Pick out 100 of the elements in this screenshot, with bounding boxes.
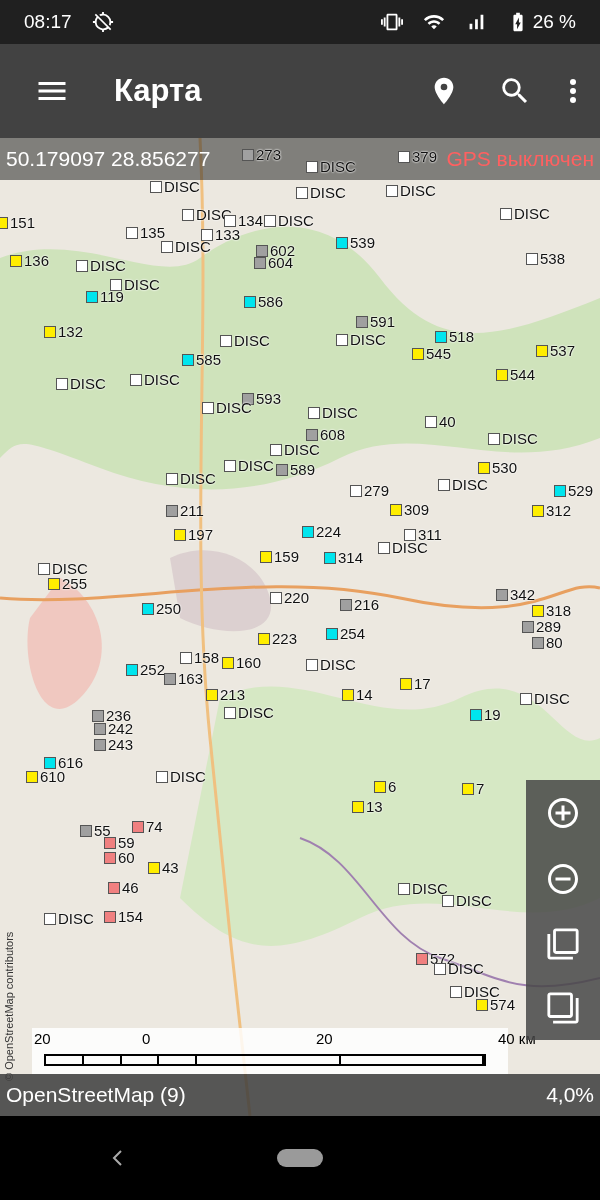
marker-label: 74 [146, 818, 163, 835]
marker-label: DISC [514, 205, 550, 222]
marker-label: DISC [90, 257, 126, 274]
marker-label: 43 [162, 859, 179, 876]
more-icon [570, 79, 576, 103]
marker-label: 585 [196, 351, 222, 368]
marker-label: DISC [412, 880, 448, 897]
marker-label: 160 [236, 654, 262, 671]
marker-label: 132 [58, 323, 84, 340]
marker-label: 19 [484, 706, 501, 723]
marker-label: 318 [546, 602, 572, 619]
marker-label: 119 [100, 288, 124, 305]
marker-label: 13 [366, 798, 383, 815]
marker-label: 255 [62, 575, 88, 592]
marker-label: 379 [412, 148, 438, 165]
marker-label: 133 [215, 226, 241, 243]
marker-label: 59 [118, 834, 135, 851]
marker-label: 252 [140, 661, 166, 678]
marker-label: 197 [188, 526, 214, 543]
gps-status: GPS выключен [446, 147, 594, 171]
marker-label: DISC [284, 441, 320, 458]
marker-label: 7 [476, 780, 485, 797]
marker-icon[interactable] [442, 894, 454, 907]
status-time: 08:17 [24, 11, 72, 33]
location-off-icon [91, 11, 114, 33]
toolbar-title: Карта [114, 73, 203, 109]
marker-label: 539 [350, 234, 376, 251]
marker-label: 134 [238, 212, 264, 229]
marker-label: DISC [456, 892, 492, 909]
marker-label: DISC [322, 404, 358, 421]
marker-label: 158 [194, 649, 220, 666]
marker-label: DISC [164, 178, 200, 195]
marker-label: 211 [180, 502, 204, 519]
marker-label: 309 [404, 501, 430, 518]
marker-label: DISC [70, 375, 106, 392]
marker-label: 602 [270, 242, 296, 259]
marker-label: 220 [284, 589, 310, 606]
marker-label: 593 [256, 390, 282, 407]
marker-label: 250 [156, 600, 182, 617]
marker-icon[interactable] [434, 962, 446, 975]
marker-label: DISC [238, 457, 274, 474]
marker-label: 529 [568, 482, 594, 499]
marker-label: DISC [310, 184, 346, 201]
marker-label: 279 [364, 482, 390, 499]
marker-label: DISC [234, 332, 270, 349]
marker-label: 342 [510, 586, 536, 603]
marker-label: 243 [108, 736, 134, 753]
marker-label: 610 [40, 768, 66, 785]
home-button[interactable] [277, 1149, 323, 1167]
marker-label: 14 [356, 686, 373, 703]
marker-icon[interactable] [0, 216, 8, 229]
marker-label: 544 [510, 366, 536, 383]
marker-label: 530 [492, 459, 518, 476]
marker-icon[interactable] [476, 998, 488, 1011]
marker-label: 163 [178, 670, 204, 687]
marker-label: 80 [546, 634, 563, 651]
marker-label: 46 [122, 879, 139, 896]
marker-label: DISC [320, 656, 356, 673]
marker-label: DISC [238, 704, 274, 721]
marker-label: DISC [534, 690, 570, 707]
marker-icon[interactable] [104, 836, 116, 849]
marker-label: DISC [350, 331, 386, 348]
marker-label: DISC [175, 238, 211, 255]
marker-label: 60 [118, 849, 135, 866]
marker-label: 216 [354, 596, 380, 613]
scale-label: 20 [316, 1030, 333, 1047]
marker-label: 538 [540, 250, 566, 267]
marker-label: 616 [58, 754, 84, 771]
marker-label: 40 [439, 413, 456, 430]
marker-label: 17 [414, 675, 431, 692]
marker-label: 273 [256, 146, 282, 163]
marker-label: 537 [550, 342, 576, 359]
vibrate-icon [380, 11, 403, 33]
marker-label: 136 [24, 252, 50, 269]
marker-label: DISC [124, 276, 160, 293]
marker-label: DISC [320, 158, 356, 175]
progress-text: 4,0% [546, 1083, 594, 1107]
marker-label: 312 [546, 502, 572, 519]
marker-label: DISC [502, 430, 538, 447]
marker-label: 314 [338, 549, 364, 566]
battery-percent: 26 % [532, 11, 576, 33]
marker-label: 254 [340, 625, 366, 642]
marker-label: 224 [316, 523, 342, 540]
scale-label: 0 [142, 1030, 151, 1047]
scale-label: 40 км [498, 1030, 536, 1047]
marker-label: 135 [140, 224, 166, 241]
layer-name: OpenStreetMap (9) [6, 1083, 186, 1107]
marker-label: DISC [58, 910, 94, 927]
marker-label: 289 [536, 618, 562, 635]
marker-label: DISC [400, 182, 436, 199]
marker-label: 6 [388, 778, 397, 795]
marker-label: DISC [144, 371, 180, 388]
marker-label: 223 [272, 630, 298, 647]
scale-label: 20 [34, 1030, 51, 1047]
marker-label: DISC [170, 768, 206, 785]
marker-label: DISC [52, 560, 88, 577]
marker-label: 586 [258, 293, 284, 310]
marker-label: 545 [426, 345, 452, 362]
marker-label: 154 [118, 908, 144, 925]
marker-label: DISC [278, 212, 314, 229]
